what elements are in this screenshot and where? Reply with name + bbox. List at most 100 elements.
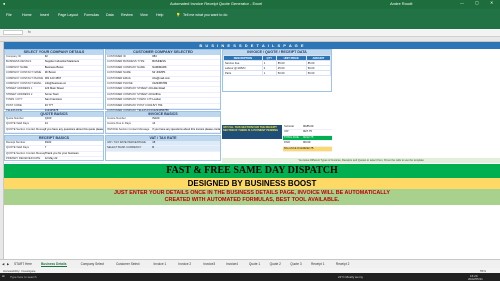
your-company-field-value[interactable]: San Francisco [45, 98, 103, 102]
quote-field-value[interactable]: If you have any questions about this quo… [45, 128, 103, 132]
customer-field-value[interactable]: JVY 764 [152, 104, 220, 108]
your-company-field-value[interactable]: Some Town [45, 93, 103, 97]
sheet-tab[interactable]: Business Details [41, 262, 67, 267]
your-company-field-value[interactable]: Mr Boost [45, 71, 103, 75]
fx-icon: fx [28, 30, 31, 34]
your-company-field-label: COMPANY CONTACT EMAIL [6, 81, 42, 85]
page-title: B U S I N E S S D E T A I L S P A G E [4, 42, 500, 49]
info-line: You Have Different Types of Invoices, Re… [222, 158, 500, 163]
invoice-field-value[interactable]: If you have any questions about this inv… [152, 128, 220, 132]
user-name[interactable]: Andre Roodt [390, 1, 412, 6]
quote-field-value[interactable]: 14 [45, 122, 103, 126]
your-company-field-label: STREET ADDRESS 2 [6, 92, 33, 96]
sheet-tab[interactable]: Company Select [81, 262, 104, 266]
sheet-tab[interactable]: Invoice4 [226, 262, 238, 266]
tab-review[interactable]: Review [121, 13, 133, 17]
tab-scroll-left-icon[interactable]: ◀ [2, 262, 4, 266]
accessibility-status[interactable]: Accessibility: Investigate [3, 269, 36, 273]
receipt-field-label: Receipt Number [6, 141, 26, 144]
invoice-field-label: INVOICE Section Contact Message [107, 127, 150, 131]
quote-field-label: QUOTE Section Contact Message [6, 127, 45, 131]
sheet-tab-bar: ◀ ▶ START Here Business Details Company Se… [0, 259, 500, 268]
close-button[interactable]: ✕ [490, 0, 493, 5]
table-cell[interactable]: 50.00 [305, 70, 332, 76]
your-company-field-value[interactable]: 33 777 [45, 104, 103, 108]
sheet-tab[interactable]: Quote 1 [249, 262, 260, 266]
zoom-level[interactable]: 55% [480, 269, 486, 273]
tab-help[interactable]: Help [156, 13, 163, 17]
sheet-tab[interactable]: Receipt 2 [336, 262, 349, 266]
customer-field-label: CUSTOMER COMPANY POST CODE [107, 103, 153, 107]
worksheet[interactable]: B U S I N E S S D E T A I L S P A G E SE… [4, 42, 500, 259]
maximize-button[interactable]: ▢ [475, 0, 479, 5]
table-cell[interactable]: 1 [261, 70, 277, 76]
table-cell[interactable]: 50.00 [275, 70, 307, 76]
promo-line-3: JUST ENTER YOUR DETAILS ONCE IN THE BUSI… [114, 190, 390, 196]
customer-field-value[interactable]: Griffins [152, 93, 220, 97]
receipt-field-value[interactable]: 12 May 22 [45, 157, 103, 161]
autosave-toggle[interactable]: ● [3, 1, 5, 6]
tab-insert[interactable]: Insert [40, 13, 49, 17]
customer-field-value[interactable]: NAMIMARK [152, 66, 220, 70]
sheet-tab[interactable]: Quote 2 [270, 262, 281, 266]
customer-field-value[interactable]: info@mail.com [152, 77, 220, 81]
sheet-tab[interactable]: Invoice 2 [178, 262, 191, 266]
tab-data[interactable]: Data [106, 13, 114, 17]
vat-warning: VAT FILL THIS SECTION FOR THE RECEIPT SE… [222, 125, 282, 139]
bank-currency-input[interactable]: R [152, 146, 220, 150]
your-company-field-value[interactable]: Business Boost [45, 66, 103, 70]
receipt-field-value[interactable]: 7 [45, 146, 103, 150]
tab-home[interactable]: Home [22, 13, 32, 17]
tell-me-search[interactable]: Tell me what you want to do [183, 13, 227, 17]
quote-field-value[interactable]: Q100 [45, 117, 103, 121]
invoice-field-label: Invoice Number [107, 117, 126, 120]
taskbar-search[interactable]: Type here to search [10, 275, 37, 279]
your-company-field-value[interactable]: info@business.co [45, 82, 103, 86]
formula-bar[interactable]: fx [0, 29, 500, 37]
receipt-field-value[interactable]: R100 [45, 141, 103, 145]
tab-file[interactable]: File [6, 13, 12, 17]
invoice-field-label: Invoice Due in Days [107, 122, 131, 126]
sheet-tab[interactable]: Receipt 1 [311, 262, 324, 266]
weather-widget[interactable]: 21°C Mostly sunny [338, 275, 363, 279]
customer-field-value[interactable]: Little Road [152, 87, 220, 91]
your-company-field-label: STREET ADDRESS 1 [6, 87, 33, 91]
tab-view[interactable]: View [140, 13, 148, 17]
tab-page-layout[interactable]: Page Layout [58, 13, 78, 17]
sheet-tab[interactable]: Customer Select [116, 262, 140, 266]
your-company-panel: SELECT YOUR COMPANY DETAILS Company ID #2… [4, 49, 104, 126]
bank-currency-label: SELECT BANK CURRENCY [107, 146, 142, 150]
name-box[interactable] [3, 30, 23, 35]
your-company-field-value[interactable]: 081 123 4567 [45, 77, 103, 81]
table-row: Parts 1 50.00 50.00 [223, 70, 332, 76]
customer-field-value[interactable]: London [152, 98, 220, 102]
your-company-field-value[interactable]: 123 Main Street [45, 87, 103, 91]
your-company-field-value[interactable]: Supplier Industrial Stationers [45, 60, 103, 64]
invoice-field-row: INVOICE Section Contact Message If you ha… [106, 127, 220, 134]
your-company-field-label: COMPANY CONTACT NAME [6, 71, 42, 75]
vat-rate-input[interactable]: 15 [152, 141, 220, 145]
table-cell[interactable]: Parts [223, 70, 263, 76]
sheet-tab[interactable]: START Here [14, 262, 32, 266]
invoice-field-value[interactable]: IN100 [152, 117, 220, 121]
sheet-tab[interactable]: Quote 3 [290, 262, 301, 266]
customer-field-value[interactable]: BUSINESS [152, 60, 220, 64]
customer-field-value[interactable]: #84 [152, 55, 220, 59]
invoice-field-value[interactable]: 14 [152, 122, 220, 126]
receipt-field-value[interactable]: Thank you for your business [45, 152, 103, 156]
sheet-tab[interactable]: Invoice3 [203, 262, 215, 266]
quote-field-label: QUOTE Valid Days [6, 122, 29, 126]
total-value: R212.75 [303, 135, 314, 139]
tab-scroll-right-icon[interactable]: ▶ [7, 262, 9, 266]
windows-start-icon[interactable]: ⊞ [2, 274, 5, 278]
tab-formulas[interactable]: Formulas [84, 13, 99, 17]
vat-label: VAT [284, 130, 289, 134]
customer-field-value[interactable]: Mr JOMPS [152, 71, 220, 75]
minimize-button[interactable]: — [460, 0, 464, 5]
your-company-field-value[interactable]: #2 [45, 55, 103, 59]
customer-field-label: CUSTOMER BUSINESS TYPE [107, 60, 145, 64]
customer-field-label: CUSTOMER NAME [107, 71, 131, 75]
customer-field-value[interactable]: 0123456789 [152, 82, 220, 86]
line-items-table[interactable]: DESCRIPTION QTY UNIT PRICE AMOUNT Service F… [223, 55, 332, 76]
sheet-tab[interactable]: Invoice 1 [154, 262, 167, 266]
